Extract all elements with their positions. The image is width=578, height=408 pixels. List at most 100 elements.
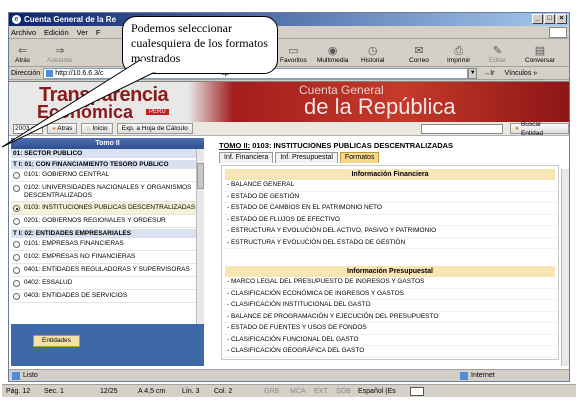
word-ext[interactable]: EXT (314, 388, 328, 395)
report-link[interactable]: - ESTRUCTURA Y EVOLUCIÓN DEL ACTIVO, PAS… (222, 226, 558, 238)
close-button[interactable]: × (556, 14, 567, 24)
browser-window: e Cuenta General de la Re _ □ × Archivo … (8, 12, 570, 382)
report-link[interactable]: - CLASIFICACIÓN INSTITUCIONAL DEL GASTO (222, 300, 558, 312)
search-entity-button[interactable]: ● Buscar Entidad (510, 121, 569, 137)
status-text: Listo (23, 372, 38, 379)
minimize-button[interactable]: _ (532, 14, 543, 24)
radio-button[interactable] (13, 267, 20, 274)
page-status-icon (12, 371, 20, 380)
toolbar-edit[interactable]: ✎ Editar (489, 39, 506, 66)
list-item-selected[interactable]: 0103: INSTITUCIONES PUBLICAS DESCENTRALI… (11, 202, 204, 215)
menu-bar: Archivo Edición Ver F (9, 26, 569, 39)
chat-icon: ▤ (534, 45, 546, 57)
toolbar-forward[interactable]: ⇒ Adelante (47, 39, 73, 66)
word-language: Español (Es (358, 387, 396, 395)
forward-arrow-icon: ⇒ (55, 45, 65, 57)
list-item[interactable]: 0102: UNIVERSIDADES NACIONALES Y ORGANIS… (11, 182, 204, 202)
radio-button[interactable] (13, 172, 20, 179)
zone-indicator: Internet (457, 371, 495, 380)
tab-inf-presupuestal[interactable]: Inf. Presupuestal (275, 152, 338, 163)
scroll-thumb[interactable] (197, 163, 204, 189)
radio-button[interactable] (13, 185, 20, 192)
toolbar-print[interactable]: ⎙ Imprimir (447, 39, 470, 66)
radio-button[interactable] (13, 254, 20, 261)
list-item[interactable]: 0401: ENTIDADES REGULADORAS Y SUPERVISOR… (11, 264, 204, 277)
page-icon (46, 69, 54, 77)
search-icon: ● (515, 125, 519, 132)
year-select[interactable]: 2003 ▾ (13, 123, 43, 134)
report-link[interactable]: - ESTADO DE GESTIÓN (222, 192, 558, 203)
report-link[interactable]: - BALANCE GENERAL (222, 180, 558, 192)
banner-cg-bottom: de la República (304, 94, 456, 119)
ie-icon: e (12, 15, 21, 24)
toolbar-back[interactable]: ⇐ Atrás (15, 39, 30, 66)
go-button[interactable]: →Ir (483, 70, 494, 77)
mail-icon: ✉ (414, 45, 424, 57)
list-item[interactable]: 0102: EMPRESAS NO FINANCIERAS (11, 251, 204, 264)
callout-bubble: Podemos seleccionar cualesquiera de los … (122, 16, 278, 74)
title-group-1: T I: 01: CON FINANCIAMIENTO TESORO PUBLI… (11, 159, 204, 169)
home-button[interactable]: ⌂ Inicio (81, 123, 113, 134)
tab-inf-financiera[interactable]: Inf. Financiera (219, 152, 274, 163)
list-item[interactable]: 0101: GOBIERNO CENTRAL (11, 169, 204, 182)
toolbar-chat[interactable]: ▤ Conversar (525, 39, 555, 66)
report-link[interactable]: - CLASIFICACIÓN ECONÓMICA DE INGRESOS Y … (222, 289, 558, 300)
word-mca[interactable]: MCA (290, 388, 306, 395)
radio-button[interactable] (13, 280, 20, 287)
list-item[interactable]: 0402: ESSALUD (11, 277, 204, 290)
list-item[interactable]: 0101: EMPRESAS FINANCIERAS (11, 238, 204, 251)
address-dropdown[interactable]: ▼ (468, 67, 478, 79)
export-button[interactable]: Exp. a Hoja de Cálculo (116, 123, 193, 134)
favorites-icon: ▭ (288, 45, 299, 57)
radio-button[interactable] (13, 241, 20, 248)
report-link[interactable]: - ESTADO DE CAMBIOS EN EL PATRIMONIO NET… (222, 203, 558, 215)
left-footer: Entidades (11, 324, 204, 366)
peru-badge: PERU (146, 109, 169, 115)
globe-icon (460, 371, 468, 380)
tomo-panel: Tomo II 01: SECTOR PUBLICO T I: 01: CON … (11, 138, 204, 366)
word-sob[interactable]: SOB (336, 388, 351, 395)
spellcheck-icon (410, 386, 424, 396)
word-grb[interactable]: GRB (264, 388, 279, 395)
list-item[interactable]: 0201: GOBIERNOS REGIONALES Y ORDESUR (11, 215, 204, 228)
report-link[interactable]: - ESTADO DE FUENTES Y USOS DE FONDOS (222, 323, 558, 335)
menu-archivo[interactable]: Archivo (11, 28, 36, 37)
toolbar-favorites[interactable]: ▭ Favoritos (280, 39, 307, 66)
entidades-button[interactable]: Entidades (33, 335, 80, 347)
list-item[interactable]: 0403: ENTIDADES DE SERVICIOS (11, 290, 204, 303)
sector-label: 01: SECTOR PUBLICO (11, 149, 204, 159)
word-line: Lín. 3 (182, 387, 200, 395)
entity-search-input[interactable] (421, 124, 503, 134)
toolbar-mail[interactable]: ✉ Correo (409, 39, 429, 66)
report-link[interactable]: - ESTRUCTURA Y EVOLUCIÓN DEL ESTADO DE G… (222, 238, 558, 249)
radio-button[interactable] (13, 218, 20, 225)
radio-button-checked[interactable] (13, 205, 20, 212)
menu-edicion[interactable]: Edición (44, 28, 69, 37)
report-link[interactable]: - CLASIFICACIÓN FUNCIONAL DEL GASTO (222, 335, 558, 346)
report-link[interactable]: - ESTADO DE FLUJOS DE EFECTIVO (222, 215, 558, 226)
left-scrollbar[interactable] (196, 149, 204, 324)
print-icon: ⎙ (454, 45, 464, 57)
links-label[interactable]: Vínculos » (504, 70, 537, 77)
report-link[interactable]: - MARCO LEGAL DEL PRESUPUESTO DE INGRESO… (222, 277, 558, 289)
right-scrollbar[interactable] (561, 169, 569, 366)
tab-formatos[interactable]: Formatos (339, 152, 380, 163)
toolbar-multimedia[interactable]: ◉ Multimedia (317, 39, 348, 66)
menu-ver[interactable]: Ver (77, 28, 88, 37)
title-bar: e Cuenta General de la Re _ □ × (9, 13, 569, 26)
report-link[interactable]: - CLASIFICACIÓN GEOGRÁFICA DEL GASTO (222, 346, 558, 358)
menu-favoritos[interactable]: F (96, 28, 101, 37)
home-icon: ⌂ (86, 125, 91, 132)
maximize-button[interactable]: □ (544, 14, 555, 24)
report-link[interactable]: - BALANCE DE PROGRAMACIÓN Y EJECUCIÓN DE… (222, 312, 558, 323)
windows-logo-icon (549, 26, 567, 38)
radio-button[interactable] (13, 293, 20, 300)
detail-title: TOMO II: 0103: INSTITUCIONES PUBLICAS DE… (219, 141, 454, 150)
tomo-header: Tomo II (11, 138, 204, 149)
detail-panel: TOMO II: 0103: INSTITUCIONES PUBLICAS DE… (211, 138, 569, 369)
toolbar-history[interactable]: ◷ Historial (361, 39, 384, 66)
history-icon: ◷ (367, 45, 378, 57)
back-button[interactable]: ◂ Atras (47, 123, 78, 134)
section-financiera: Información Financiera (225, 169, 555, 180)
